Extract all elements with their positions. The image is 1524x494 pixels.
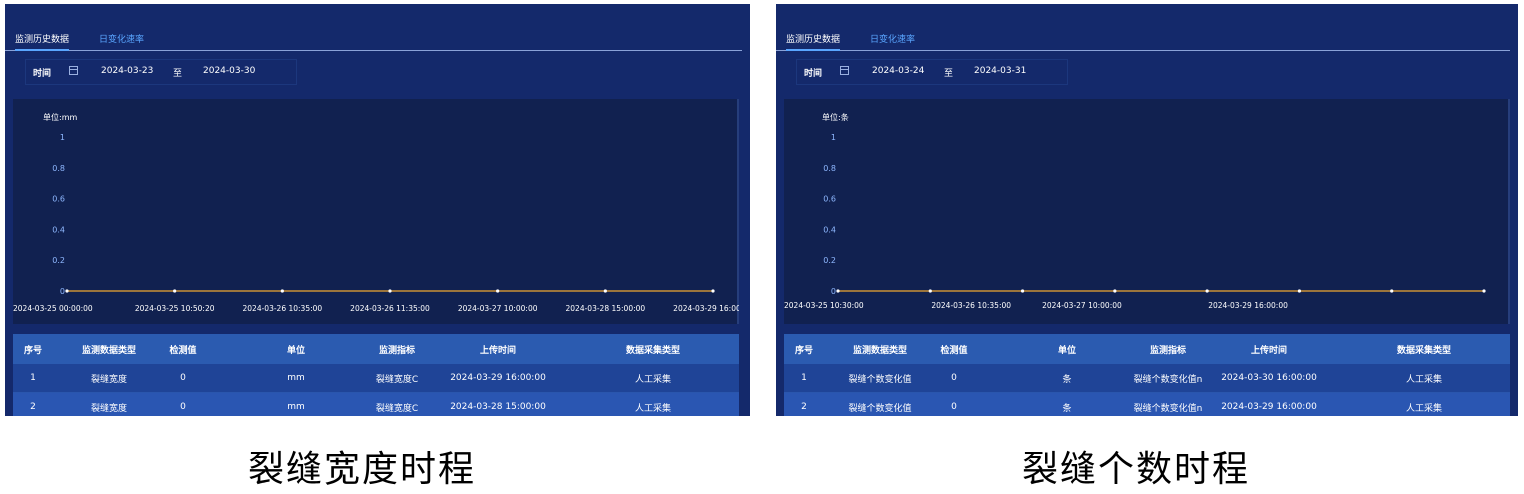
y-tick-label: 0.2 <box>823 256 836 265</box>
x-tick-label: 2024-03-26 11:35:00 <box>350 304 430 313</box>
tab-history-data[interactable]: 监测历史数据 <box>786 34 841 51</box>
y-tick-label: 0.4 <box>823 225 836 234</box>
tab-daily-rate[interactable]: 日变化速率 <box>99 34 144 46</box>
end-date-input[interactable]: 2024-03-31 <box>974 66 1026 76</box>
y-tick-label: 0.8 <box>823 164 836 173</box>
data-point <box>836 289 840 293</box>
time-label: 时间 <box>33 69 52 79</box>
date-separator: 至 <box>944 69 954 79</box>
y-tick-label: 0.6 <box>52 195 65 204</box>
data-point <box>280 289 284 293</box>
y-tick-label: 0 <box>831 287 836 296</box>
x-tick-label: 2024-03-25 10:50:20 <box>135 304 215 313</box>
time-label: 时间 <box>804 69 823 79</box>
y-tick-label: 1 <box>831 133 836 142</box>
tab-history-data[interactable]: 监测历史数据 <box>15 34 70 51</box>
data-point <box>1020 289 1025 293</box>
tab-bar: 监测历史数据 日变化速率 <box>5 34 742 51</box>
data-point <box>1482 289 1486 293</box>
y-tick-label: 0.8 <box>52 164 65 173</box>
column-header[interactable]: 检测值 <box>133 334 233 364</box>
y-tick-label: 0 <box>60 287 65 296</box>
figure-caption: 裂缝个数时程 <box>1022 449 1251 490</box>
calendar-icon[interactable] <box>69 66 78 75</box>
data-point <box>496 289 500 293</box>
y-tick-label: 0.6 <box>823 195 836 204</box>
date-separator: 至 <box>173 69 183 79</box>
table-cell: 2024-03-29 16:00:00 <box>450 373 546 383</box>
data-point <box>603 289 607 293</box>
x-tick-label: 2024-03-26 10:35:00 <box>931 301 1011 310</box>
end-date-input[interactable]: 2024-03-30 <box>203 66 255 76</box>
x-tick-label: 2024-03-29 16:00:00 <box>673 304 739 313</box>
column-header[interactable]: 数据采集类型 <box>603 334 703 364</box>
y-tick-label: 0.2 <box>52 256 65 265</box>
y-tick-label: 0.4 <box>52 225 65 234</box>
unit-label: 单位:mm <box>43 112 77 122</box>
tab-daily-rate[interactable]: 日变化速率 <box>870 34 915 46</box>
y-tick-label: 1 <box>60 133 65 142</box>
table-row[interactable]: 1 裂缝宽度 0 mm 裂缝宽度C 2024-03-29 16:00:00 人工采集 <box>13 364 739 393</box>
x-tick-label: 2024-03-26 10:35:00 <box>243 304 323 313</box>
data-point <box>928 289 932 293</box>
table-cell: 2024-03-28 15:00:00 <box>450 402 546 412</box>
table-cell: 0 <box>951 373 957 383</box>
data-point <box>1297 289 1302 293</box>
table-cell: 2024-03-29 16:00:00 <box>1221 402 1317 412</box>
table-cell: 人工采集 <box>1405 374 1442 385</box>
chart-svg: 单位:条 1 0.8 0.6 0.4 0.2 0 2024-03-25 10:30:00 202… <box>784 99 1510 324</box>
table-cell: 2024-03-30 16:00:00 <box>1221 373 1317 383</box>
chart-svg: 单位:mm 1 0.8 0.6 0.4 0.2 0 2024-03-25 00:00:00 20… <box>13 99 739 324</box>
x-tick-label: 2024-03-27 10:00:00 <box>458 304 538 313</box>
column-header[interactable]: 上传时间 <box>1219 334 1319 364</box>
column-header[interactable]: 上传时间 <box>448 334 548 364</box>
column-header[interactable]: 检测值 <box>904 334 1004 364</box>
x-tick-label: 2024-03-25 00:00:00 <box>13 304 93 313</box>
crack-width-panel: 监测历史数据 日变化速率 时间 2024-03-23 至 2024-03-30 … <box>5 4 750 416</box>
line-chart: 单位:条 1 0.8 0.6 0.4 0.2 0 2024-03-25 10:30:00 202… <box>784 99 1510 324</box>
data-point <box>1113 289 1117 293</box>
data-point <box>1205 289 1209 293</box>
table-cell: 0 <box>180 373 186 383</box>
start-date-input[interactable]: 2024-03-23 <box>101 66 153 76</box>
x-tick-label: 2024-03-25 10:30:00 <box>784 301 864 310</box>
start-date-input[interactable]: 2024-03-24 <box>872 66 924 76</box>
table-cell: 0 <box>951 402 957 412</box>
table-row[interactable]: 2 裂缝个数变化值 0 条裂缝个数变化值n 2024-03-29 16:00:00 人工采… <box>784 393 1510 416</box>
data-point <box>1390 289 1394 293</box>
x-tick-label: 2024-03-28 15:00:00 <box>566 304 646 313</box>
table-cell: 人工采集 <box>634 403 671 414</box>
calendar-icon[interactable] <box>840 66 849 75</box>
table-header: 序号 监测数据类型 检测值 单位 监测指标 上传时间 数据采集类型 <box>13 334 739 364</box>
crack-count-panel: 监测历史数据 日变化速率 时间 2024-03-24 至 2024-03-31 … <box>776 4 1518 416</box>
table-header: 序号 监测数据类型 检测值 单位 监测指标 上传时间 数据采集类型 <box>784 334 1510 364</box>
data-point <box>388 289 392 293</box>
data-table: 序号 监测数据类型 检测值 单位 监测指标 上传时间 数据采集类型 1 裂缝个数变化值 0 条裂缝个… <box>784 334 1510 416</box>
table-cell: 人工采集 <box>634 374 671 385</box>
data-point <box>173 289 177 293</box>
date-range-filter[interactable]: 时间 2024-03-23 至 2024-03-30 <box>25 59 297 85</box>
table-row[interactable]: 2 裂缝宽度 0 mm 裂缝宽度C 2024-03-28 15:00:00 人工采集 <box>13 393 739 416</box>
column-header[interactable]: 单位 <box>246 334 346 364</box>
data-table: 序号 监测数据类型 检测值 单位 监测指标 上传时间 数据采集类型 1 裂缝宽度 0 mm 裂缝宽度C… <box>13 334 739 416</box>
line-chart: 单位:mm 1 0.8 0.6 0.4 0.2 0 2024-03-25 00:00:00 20… <box>13 99 739 324</box>
data-point <box>65 289 69 293</box>
x-tick-label: 2024-03-29 16:00:00 <box>1208 301 1288 310</box>
table-cell: 0 <box>180 402 186 412</box>
column-header[interactable]: 监测指标 <box>347 334 447 364</box>
data-point <box>711 289 715 293</box>
x-tick-label: 2024-03-27 10:00:00 <box>1042 301 1122 310</box>
unit-label: 单位:条 <box>822 112 849 122</box>
table-row[interactable]: 1 裂缝个数变化值 0 条裂缝个数变化值n 2024-03-30 16:00:00 人工采… <box>784 364 1510 393</box>
tab-bar: 监测历史数据 日变化速率 <box>776 34 1510 51</box>
column-header[interactable]: 数据采集类型 <box>1374 334 1474 364</box>
column-header[interactable]: 监测指标 <box>1118 334 1218 364</box>
date-range-filter[interactable]: 时间 2024-03-24 至 2024-03-31 <box>796 59 1068 85</box>
table-cell: 人工采集 <box>1405 403 1442 414</box>
column-header[interactable]: 单位 <box>1017 334 1117 364</box>
figure-caption: 裂缝宽度时程 <box>248 449 477 490</box>
